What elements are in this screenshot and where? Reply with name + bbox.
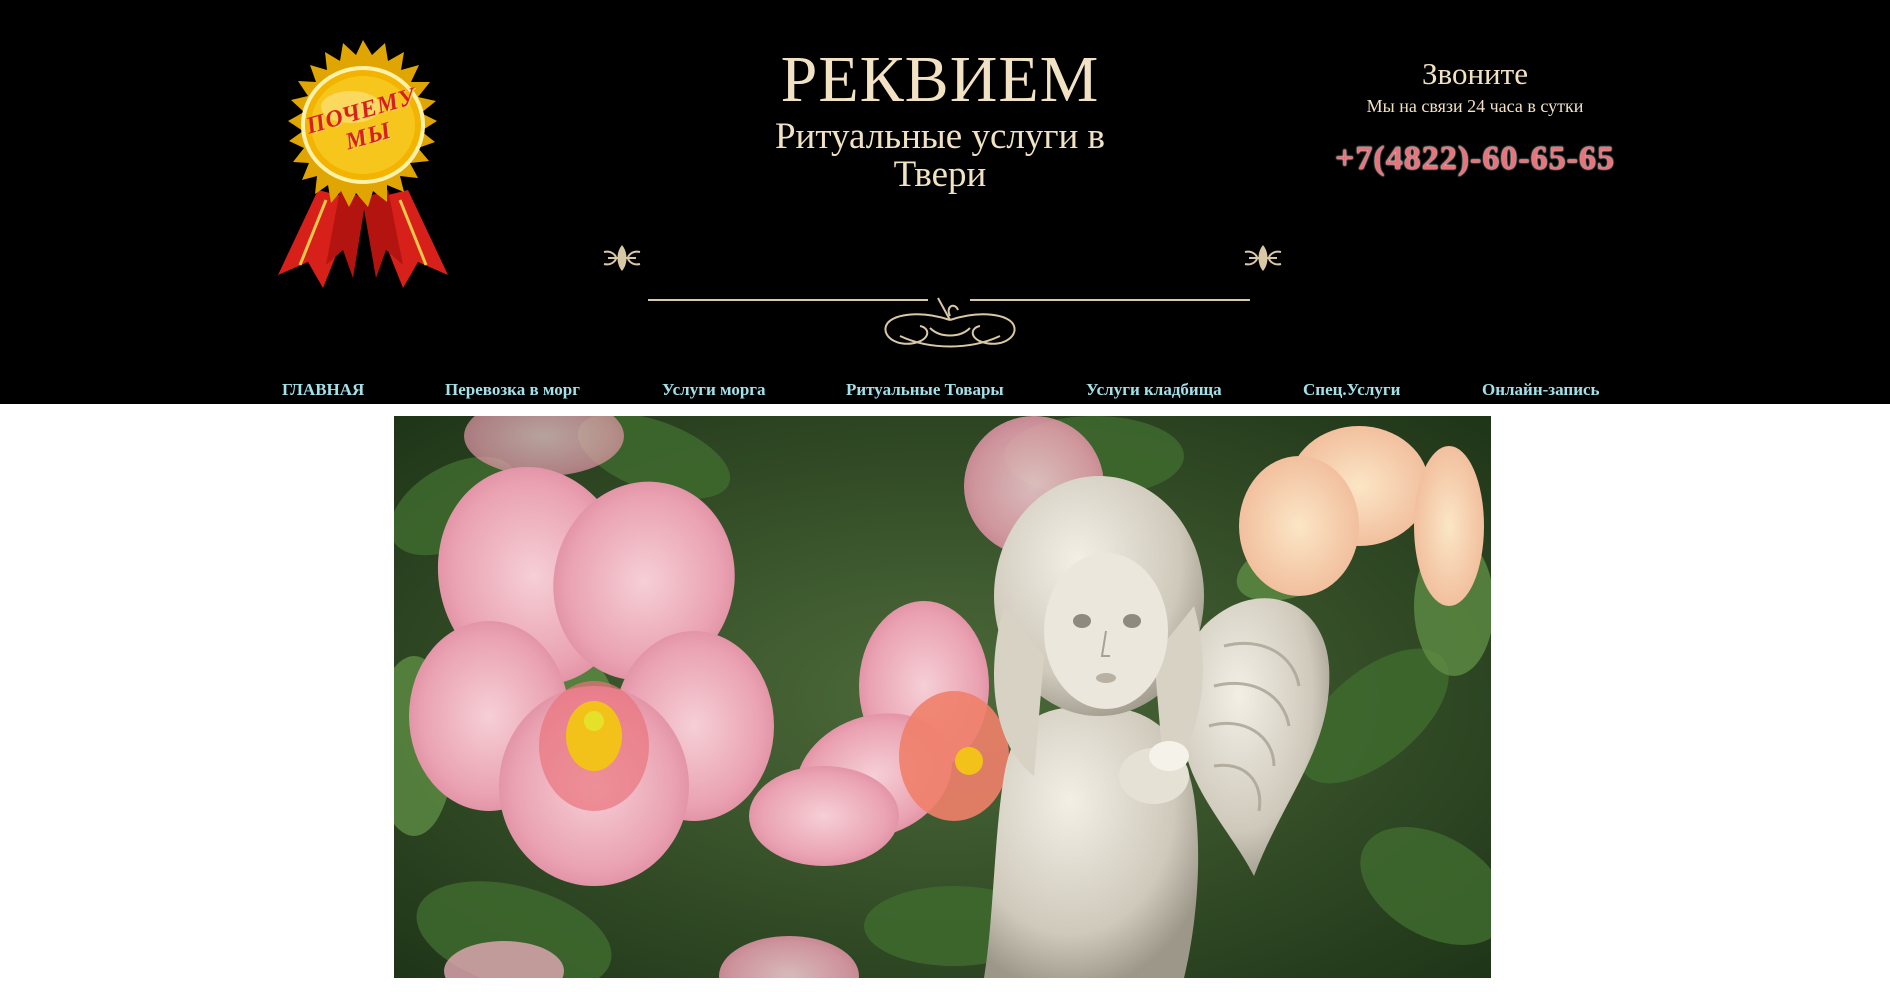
nav-item-special-services[interactable]: Спец.Услуги	[1303, 380, 1400, 400]
nav-item-home[interactable]: ГЛАВНАЯ	[282, 380, 364, 400]
brand-subtitle: Ритуальные услуги в Твери	[774, 116, 1106, 195]
nav-item-funeral-goods[interactable]: Ритуальные Товары	[846, 380, 1004, 400]
nav-item-cemetery-services[interactable]: Услуги кладбища	[1086, 380, 1222, 400]
ornament-divider-icon	[603, 245, 1282, 348]
contact-call-label: Звоните	[1422, 56, 1528, 91]
nav-item-morgue-services[interactable]: Услуги морга	[662, 380, 766, 400]
contact-hours: Мы на связи 24 часа в сутки	[1366, 96, 1584, 116]
nav-item-morgue-transport[interactable]: Перевозка в морг	[445, 380, 580, 400]
medal-icon	[278, 40, 448, 288]
contact-phone-link[interactable]: +7(4822)-60-65-65	[1290, 140, 1660, 178]
brand-title: РЕКВИЕМ	[780, 43, 1100, 116]
hero-image	[394, 416, 1491, 978]
site-header: Почему мы РЕКВИЕМ Ритуальные услуги в Тв…	[0, 0, 1890, 404]
nav-item-online-booking[interactable]: Онлайн-запись	[1482, 380, 1600, 400]
why-us-medal[interactable]: Почему мы	[248, 40, 478, 290]
main-nav: ГЛАВНАЯ Перевозка в морг Услуги морга Ри…	[260, 380, 1650, 404]
angel-statue-with-pansies-icon	[394, 416, 1491, 978]
